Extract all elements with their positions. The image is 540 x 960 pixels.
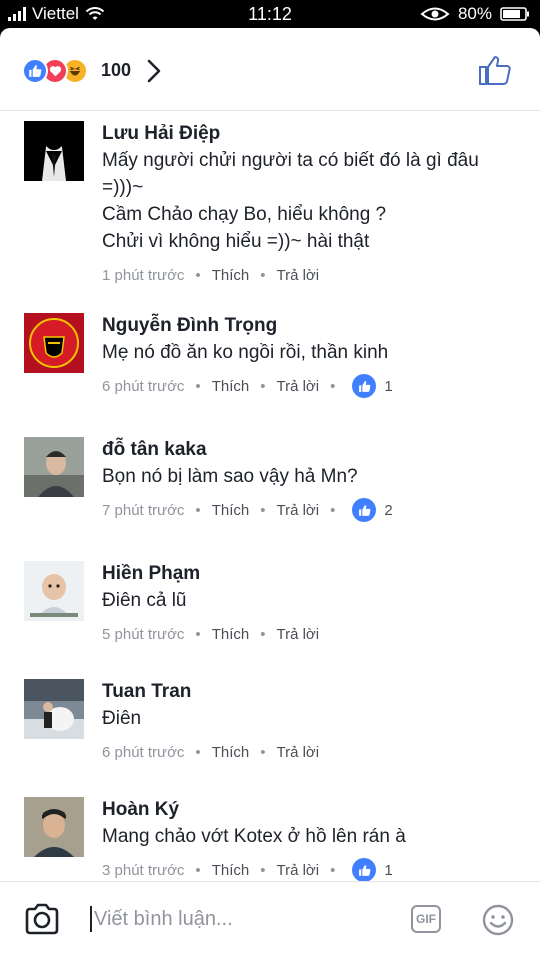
separator-dot: • xyxy=(195,743,201,761)
reply-link[interactable]: Trả lời xyxy=(276,267,319,284)
separator-dot: • xyxy=(330,861,336,879)
like-count: 2 xyxy=(384,501,393,519)
chevron-right-icon[interactable] xyxy=(146,58,162,84)
reply-link[interactable]: Trả lời xyxy=(276,862,319,879)
separator-dot: • xyxy=(260,501,266,519)
commenter-name[interactable]: Tuan Tran xyxy=(102,679,520,705)
comment-text: Điên cả lũ xyxy=(102,590,187,611)
comment-text: Mẹ nó đồ ăn ko ngồi rồi, thần kinh xyxy=(102,342,389,363)
like-link[interactable]: Thích xyxy=(212,502,250,519)
comment-meta: 1 phút trước • Thích • Trả lời xyxy=(102,263,520,287)
comment-meta: 6 phút trước • Thích • Trả lời • 1 xyxy=(102,374,520,398)
comment-text: Bọn nó bị làm sao vậy hả Mn? xyxy=(102,466,358,487)
sticker-icon[interactable] xyxy=(482,904,514,936)
commenter-name[interactable]: Nguyễn Đình Trọng xyxy=(102,313,520,339)
separator-dot: • xyxy=(330,377,336,395)
comment-time: 5 phút trước xyxy=(102,625,185,643)
commenter-name[interactable]: Hiền Phạm xyxy=(102,561,520,587)
comment-like-badge[interactable]: 1 xyxy=(352,374,393,398)
avatar[interactable] xyxy=(24,561,84,621)
reply-link[interactable]: Trả lời xyxy=(276,744,319,761)
comment-composer: Viết bình luận... GIF xyxy=(0,881,540,960)
comment-time: 6 phút trước xyxy=(102,377,185,395)
camera-icon[interactable] xyxy=(24,902,60,936)
comment-time: 3 phút trước xyxy=(102,861,185,879)
like-count: 1 xyxy=(384,861,393,879)
like-link[interactable]: Thích xyxy=(212,862,250,879)
separator-dot: • xyxy=(195,377,201,395)
separator-dot: • xyxy=(195,501,201,519)
comment-time: 7 phút trước xyxy=(102,501,185,519)
comments-sheet: 100 Lưu Hải Điệp Mấy người chửi người ta… xyxy=(0,28,540,960)
comment-input[interactable]: Viết bình luận... xyxy=(90,906,233,932)
status-right: 80% xyxy=(420,4,530,24)
comment-list: Lưu Hải Điệp Mấy người chửi người ta có … xyxy=(0,111,540,881)
status-bar: Viettel 11:12 80% xyxy=(0,0,540,28)
separator-dot: • xyxy=(330,501,336,519)
comment-meta: 6 phút trước • Thích • Trả lời xyxy=(102,740,520,764)
comment-like-badge[interactable]: 2 xyxy=(352,498,393,522)
like-icon xyxy=(22,58,48,84)
separator-dot: • xyxy=(260,861,266,879)
commenter-name[interactable]: Lưu Hải Điệp xyxy=(102,121,520,147)
like-link[interactable]: Thích xyxy=(212,267,250,284)
comment-time: 6 phút trước xyxy=(102,743,185,761)
like-icon xyxy=(352,858,377,881)
eye-icon xyxy=(420,7,450,21)
separator-dot: • xyxy=(195,861,201,879)
comment-meta: 5 phút trước • Thích • Trả lời xyxy=(102,622,520,646)
like-link[interactable]: Thích xyxy=(212,744,250,761)
avatar[interactable] xyxy=(24,313,84,373)
comment-text: Điên xyxy=(102,708,142,729)
reply-link[interactable]: Trả lời xyxy=(276,378,319,395)
like-button-icon[interactable] xyxy=(478,54,512,86)
like-icon xyxy=(352,374,377,398)
comment-meta: 3 phút trước • Thích • Trả lời • 1 xyxy=(102,858,520,881)
reply-link[interactable]: Trả lời xyxy=(276,626,319,643)
separator-dot: • xyxy=(195,266,201,284)
comment-text: Mang chảo vớt Kotex ở hồ lên rán à xyxy=(102,826,406,847)
reply-link[interactable]: Trả lời xyxy=(276,502,319,519)
separator-dot: • xyxy=(260,266,266,284)
avatar[interactable] xyxy=(24,797,84,857)
separator-dot: • xyxy=(260,377,266,395)
battery-percent: 80% xyxy=(457,4,492,23)
like-link[interactable]: Thích xyxy=(212,378,250,395)
battery-icon xyxy=(500,7,529,21)
reaction-icons xyxy=(22,58,88,84)
like-link[interactable]: Thích xyxy=(212,626,250,643)
reactions-bar[interactable]: 100 xyxy=(0,28,540,111)
avatar[interactable] xyxy=(24,121,84,181)
like-count: 1 xyxy=(384,377,393,395)
separator-dot: • xyxy=(260,743,266,761)
commenter-name[interactable]: Hoàn Ký xyxy=(102,797,520,823)
comment-text: Mấy người chửi người ta có biết đó là gì… xyxy=(102,150,479,252)
avatar[interactable] xyxy=(24,437,84,497)
comment-like-badge[interactable]: 1 xyxy=(352,858,393,881)
avatar[interactable] xyxy=(24,679,84,739)
comment-meta: 7 phút trước • Thích • Trả lời • 2 xyxy=(102,498,520,522)
commenter-name[interactable]: đỗ tân kaka xyxy=(102,437,520,463)
comment-time: 1 phút trước xyxy=(102,266,185,284)
like-icon xyxy=(352,498,377,522)
separator-dot: • xyxy=(260,625,266,643)
gif-button[interactable]: GIF xyxy=(411,905,441,933)
reaction-count: 100 xyxy=(101,60,132,80)
separator-dot: • xyxy=(195,625,201,643)
